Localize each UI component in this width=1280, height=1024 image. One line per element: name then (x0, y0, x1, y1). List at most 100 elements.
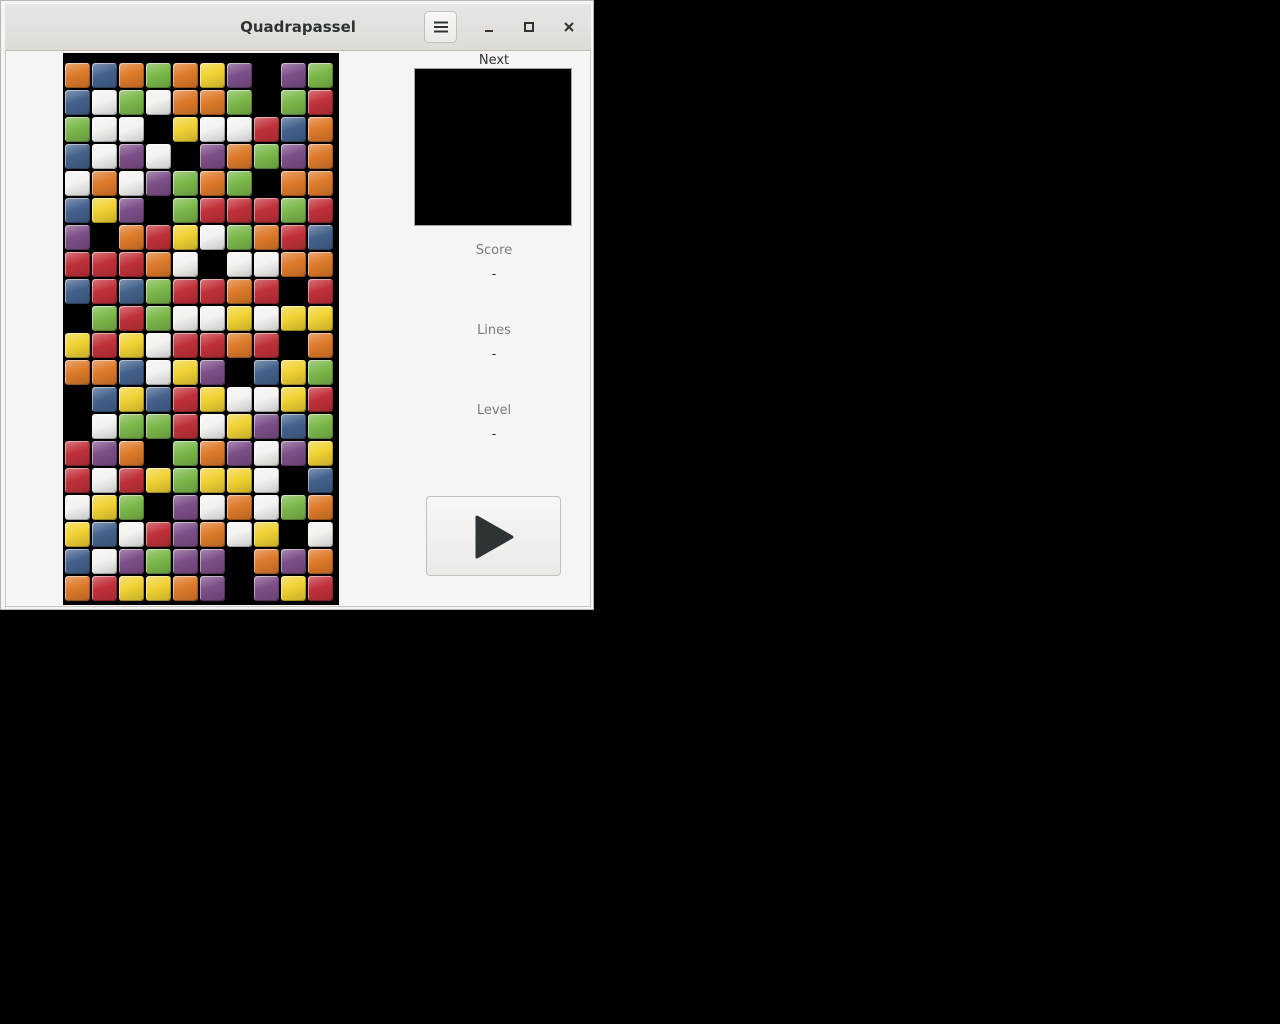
block-cell (146, 90, 171, 115)
block-cell (308, 441, 333, 466)
block-cell (119, 576, 144, 601)
block-cell (119, 144, 144, 169)
block-cell (146, 144, 171, 169)
block-cell (119, 495, 144, 520)
block-cell (254, 198, 279, 223)
block-cell (173, 225, 198, 250)
block-cell (308, 63, 333, 88)
block-cell (173, 495, 198, 520)
close-button[interactable] (554, 12, 584, 42)
block-cell (254, 414, 279, 439)
block-cell (173, 90, 198, 115)
block-cell (200, 549, 225, 574)
block-cell (146, 387, 171, 412)
block-cell (65, 360, 90, 385)
block-cell (200, 117, 225, 142)
block-cell (281, 414, 306, 439)
block-cell (92, 522, 117, 547)
block-cell (119, 549, 144, 574)
block-cell (281, 198, 306, 223)
block-cell (65, 495, 90, 520)
block-cell (227, 117, 252, 142)
block-cell (65, 333, 90, 358)
block-cell (308, 171, 333, 196)
game-board[interactable] (63, 53, 339, 605)
block-cell (119, 63, 144, 88)
block-cell (254, 333, 279, 358)
block-cell (146, 468, 171, 493)
block-cell (119, 252, 144, 277)
block-cell (254, 306, 279, 331)
block-cell (92, 549, 117, 574)
minimize-button[interactable] (474, 12, 504, 42)
block-cell (173, 549, 198, 574)
block-cell (146, 522, 171, 547)
block-cell (92, 306, 117, 331)
block-cell (281, 252, 306, 277)
block-cell (227, 171, 252, 196)
block-cell (281, 576, 306, 601)
block-cell (227, 522, 252, 547)
block-cell (65, 441, 90, 466)
play-button[interactable] (426, 496, 561, 576)
block-cell (200, 90, 225, 115)
block-cell (119, 468, 144, 493)
block-cell (308, 414, 333, 439)
block-cell (92, 468, 117, 493)
block-cell (200, 522, 225, 547)
block-cell (92, 198, 117, 223)
score-label: Score (475, 243, 513, 258)
block-cell (308, 225, 333, 250)
block-cell (308, 495, 333, 520)
block-cell (227, 414, 252, 439)
block-cell (173, 306, 198, 331)
block-cell (200, 495, 225, 520)
block-cell (227, 144, 252, 169)
block-cell (308, 90, 333, 115)
block-cell (119, 441, 144, 466)
block-cell (146, 360, 171, 385)
block-cell (173, 576, 198, 601)
block-cell (119, 522, 144, 547)
block-cell (173, 63, 198, 88)
block-cell (308, 144, 333, 169)
block-cell (173, 387, 198, 412)
block-cell (254, 279, 279, 304)
block-cell (119, 225, 144, 250)
block-cell (227, 387, 252, 412)
block-cell (65, 198, 90, 223)
block-cell (308, 522, 333, 547)
block-cell (173, 468, 198, 493)
block-cell (254, 549, 279, 574)
block-cell (281, 171, 306, 196)
block-cell (119, 387, 144, 412)
block-cell (308, 468, 333, 493)
block-cell (173, 117, 198, 142)
block-cell (200, 414, 225, 439)
lines-label: Lines (477, 323, 511, 338)
block-cell (200, 279, 225, 304)
block-cell (92, 333, 117, 358)
block-cell (65, 522, 90, 547)
block-cell (281, 360, 306, 385)
block-cell (65, 117, 90, 142)
block-cell (281, 495, 306, 520)
main-menu-button[interactable] (424, 11, 457, 43)
maximize-button[interactable] (514, 12, 544, 42)
next-label: Next (478, 53, 510, 68)
title-bar[interactable]: Quadrapassel (5, 4, 591, 51)
block-cell (146, 252, 171, 277)
block-cell (227, 279, 252, 304)
block-cell (146, 549, 171, 574)
block-cell (254, 441, 279, 466)
block-cell (173, 279, 198, 304)
block-cell (173, 171, 198, 196)
block-cell (119, 117, 144, 142)
block-cell (227, 441, 252, 466)
block-cell (308, 360, 333, 385)
block-cell (308, 279, 333, 304)
block-cell (92, 63, 117, 88)
block-cell (200, 198, 225, 223)
block-cell (65, 468, 90, 493)
block-cell (92, 279, 117, 304)
